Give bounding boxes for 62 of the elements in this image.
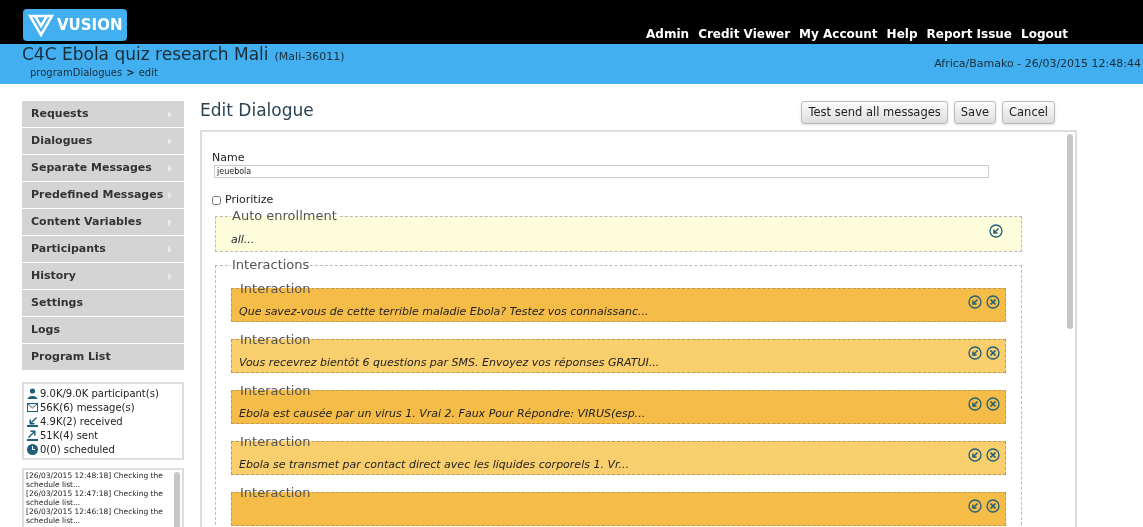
auto-enrollment-value: all...: [231, 232, 255, 246]
logo-text: VUSION: [57, 14, 123, 36]
stat-text: 0(0) scheduled: [40, 442, 115, 457]
inbox-arrow-icon: [27, 415, 38, 427]
toolbar-button[interactable]: Cancel: [1002, 101, 1055, 124]
interaction-message: Ebola est causée par un virus 1. Vrai 2. Faux Pour Répondre: VIRUS(esp...: [239, 407, 646, 421]
name-field[interactable]: jeuebola: [214, 165, 989, 178]
sidebar-item[interactable]: Logs: [22, 317, 184, 343]
remove-icon[interactable]: [986, 295, 1000, 310]
collapse-icon[interactable]: [989, 223, 1003, 238]
toolbar-button[interactable]: Test send all messages: [801, 101, 948, 124]
stat-text: 51K(4) sent: [40, 428, 99, 443]
sidebar-item[interactable]: History: [22, 263, 184, 289]
name-label: Name: [212, 152, 246, 164]
nav-link[interactable]: Help: [886, 28, 918, 40]
collapse-icon[interactable]: [968, 397, 982, 412]
scrollbar[interactable]: [174, 472, 180, 527]
envelope-icon: [27, 402, 38, 412]
program-title: C4C Ebola quiz research Mali: [22, 44, 269, 64]
program-code: (Mali-36011): [274, 49, 345, 65]
outbox-arrow-icon: [27, 429, 38, 441]
collapse-icon[interactable]: [968, 346, 982, 361]
sidebar-item[interactable]: Settings: [22, 290, 184, 316]
nav-link[interactable]: Report Issue: [926, 28, 1012, 40]
sidebar-item[interactable]: Dialogues: [22, 128, 184, 154]
nav-link[interactable]: Admin: [646, 28, 690, 40]
auto-enrollment-legend: Auto enrollment: [231, 206, 338, 226]
collapse-icon[interactable]: [968, 448, 982, 463]
nav-link[interactable]: My Account: [799, 28, 878, 40]
sidebar-item[interactable]: Separate Messages: [22, 155, 184, 181]
remove-icon[interactable]: [986, 448, 1000, 463]
breadcrumb-link[interactable]: programDialogues: [30, 65, 123, 80]
collapse-icon[interactable]: [968, 499, 982, 514]
sidebar-item[interactable]: Predefined Messages: [22, 182, 184, 208]
person-icon: [27, 387, 38, 399]
stat-text: 9.0K/9.0K participant(s): [40, 386, 159, 401]
nav-link[interactable]: Logout: [1021, 28, 1068, 40]
page-title: Edit Dialogue: [200, 99, 314, 123]
collapse-icon[interactable]: [968, 295, 982, 310]
interaction-message: Ebola se transmet par contact direct avec les liquides corporels 1. Vr...: [239, 458, 629, 472]
interaction-message: Que savez-vous de cette terrible maladie Ebola? Testez vos connaissanc...: [239, 305, 649, 319]
logo-mark-icon: [28, 13, 54, 37]
nav-link[interactable]: Credit Viewer: [698, 28, 791, 40]
interactions-legend: Interactions: [231, 255, 311, 275]
toolbar-button[interactable]: Save: [953, 101, 997, 124]
remove-icon[interactable]: [986, 397, 1000, 412]
prioritize-checkbox[interactable]: [212, 195, 221, 205]
stat-text: 4.9K(2) received: [40, 414, 123, 429]
breadcrumb-current: edit: [138, 65, 158, 80]
breadcrumb-separator: >: [126, 65, 135, 80]
clock-icon: [27, 443, 38, 455]
sidebar-item[interactable]: Requests: [22, 101, 184, 127]
remove-icon[interactable]: [986, 499, 1000, 514]
sidebar-item[interactable]: Participants: [22, 236, 184, 262]
sidebar-item[interactable]: Program List: [22, 344, 184, 370]
sidebar-item[interactable]: Content Variables: [22, 209, 184, 235]
remove-icon[interactable]: [986, 346, 1000, 361]
interaction-message: Vous recevrez bientôt 6 questions par SMS. Envoyez vos réponses GRATUI...: [239, 356, 660, 370]
scrollbar[interactable]: [1067, 134, 1073, 329]
prioritize-label: Prioritize: [225, 191, 274, 208]
timezone-clock: Africa/Bamako - 26/03/2015 12:48:44: [934, 56, 1141, 72]
stat-text: 56K(6) message(s): [40, 400, 135, 415]
